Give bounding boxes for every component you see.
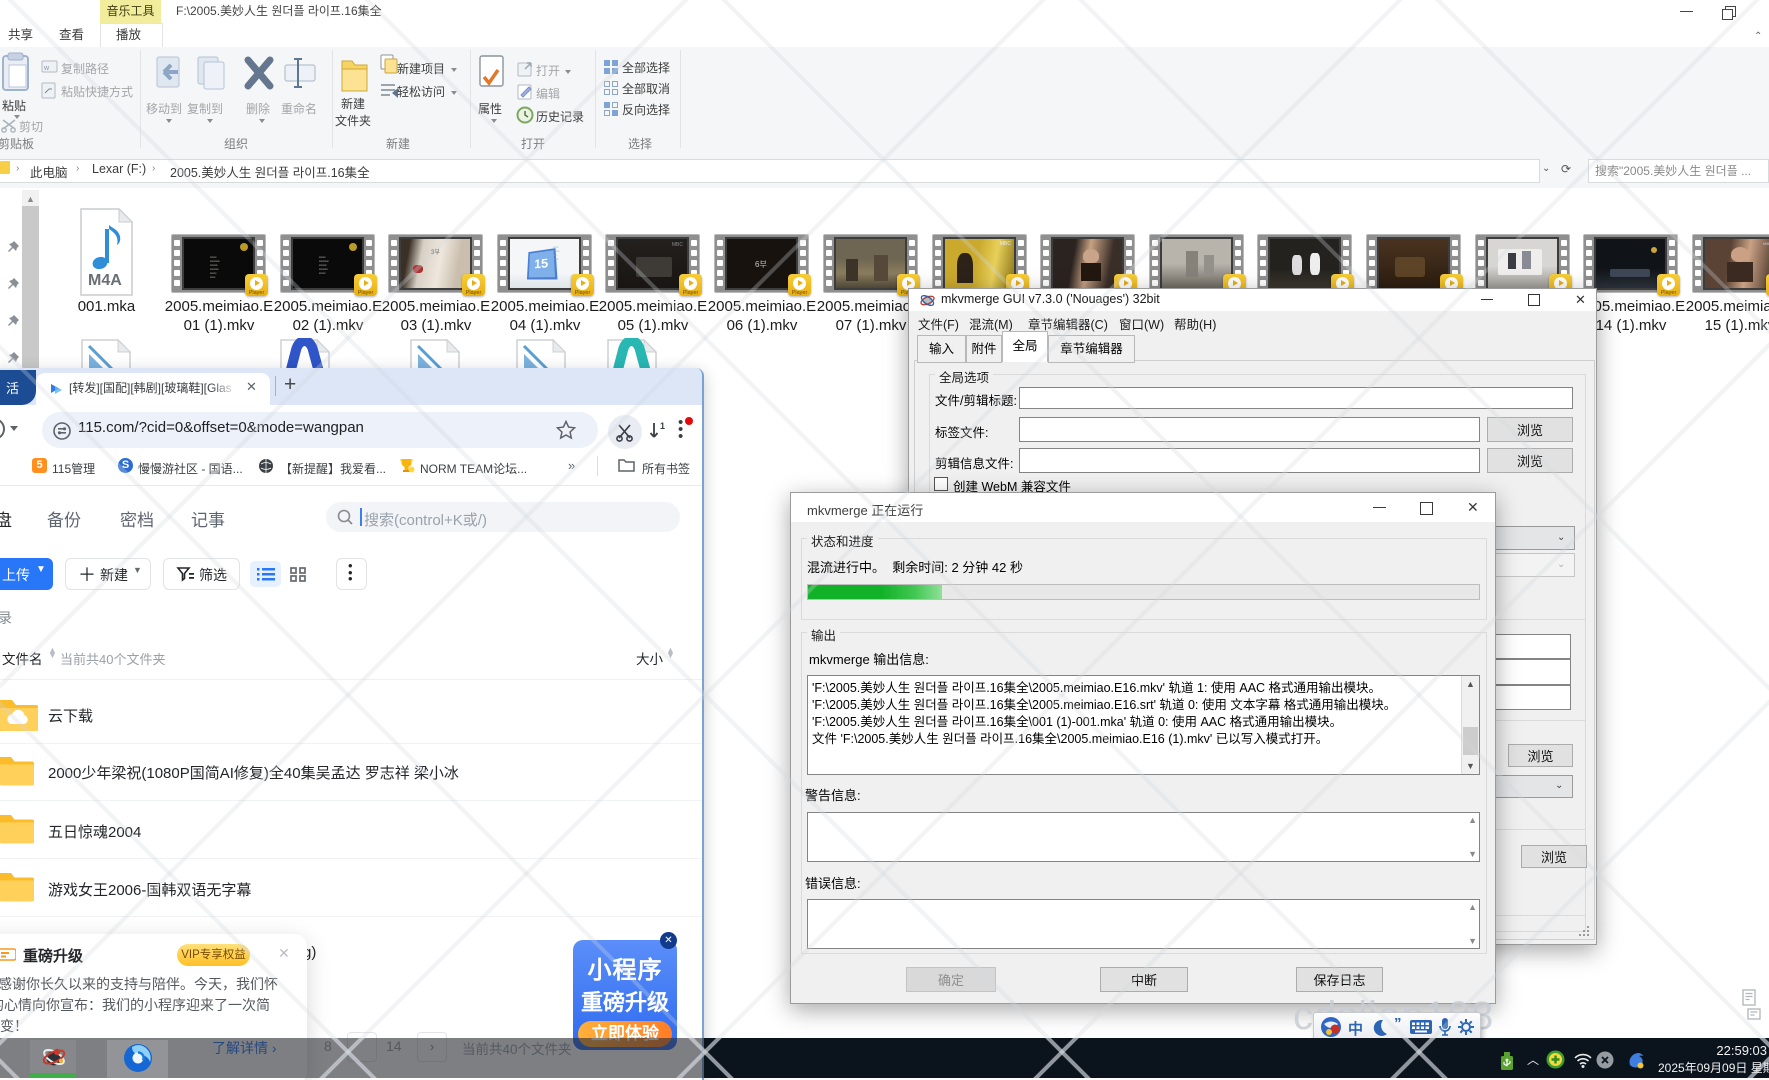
svg-text:M4A: M4A	[88, 272, 122, 289]
svg-text:w: w	[43, 65, 50, 72]
svg-text:1: 1	[660, 421, 665, 431]
